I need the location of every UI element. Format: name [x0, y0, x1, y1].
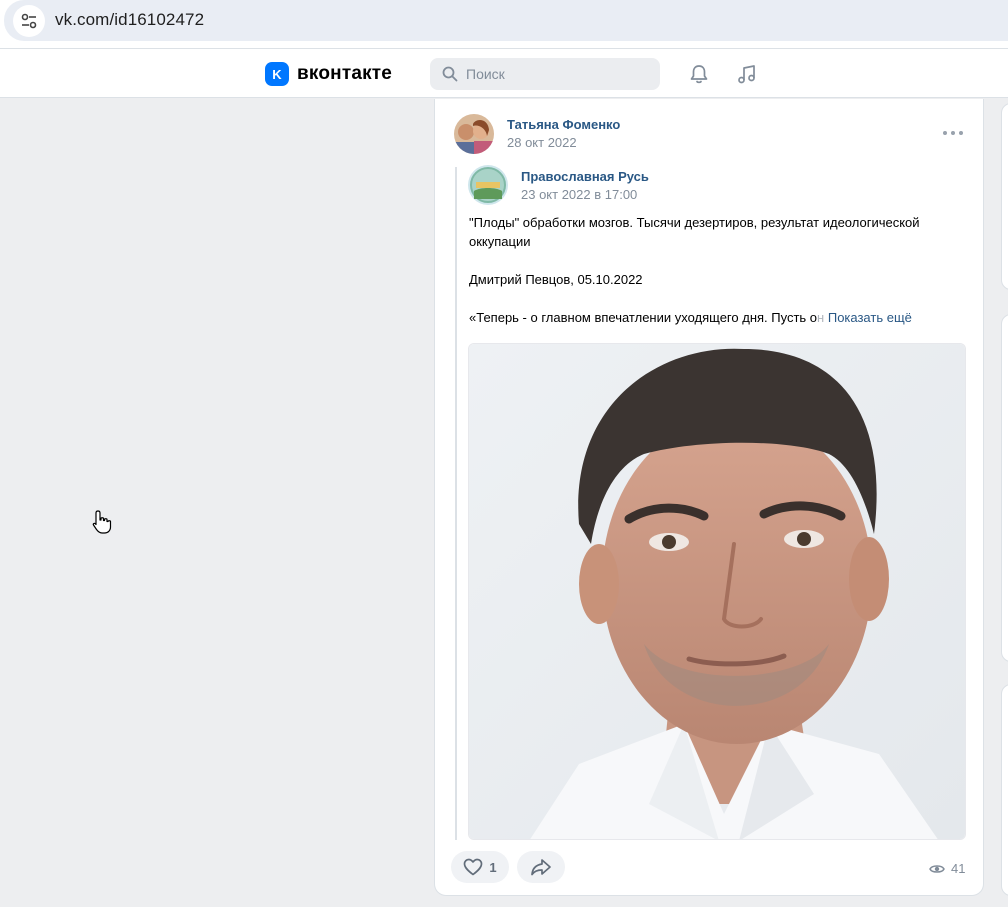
heart-icon: [464, 858, 483, 876]
address-bar[interactable]: vk.com/id16102472: [4, 0, 1008, 41]
side-card: [1001, 103, 1008, 290]
vk-logo-text: вконтакте: [297, 63, 393, 84]
site-settings-icon[interactable]: [13, 5, 45, 37]
show-more-link[interactable]: Показать ещё: [828, 310, 912, 325]
post-photo[interactable]: [468, 343, 966, 840]
post-text-fade: н: [817, 310, 825, 325]
more-icon[interactable]: [943, 125, 963, 141]
bell-icon[interactable]: [687, 62, 711, 86]
post-text-line: "Плоды" обработки мозгов. Тысячи дезерти…: [469, 215, 920, 230]
search-input[interactable]: [466, 66, 646, 82]
author-name[interactable]: Татьяна Фоменко: [507, 117, 620, 132]
search-box[interactable]: [430, 58, 660, 90]
views-count: 41: [951, 861, 966, 876]
side-card: [1001, 314, 1008, 662]
repost-date[interactable]: 23 окт 2022 в 17:00: [521, 187, 637, 202]
browser-toolbar: vk.com/id16102472: [0, 0, 1008, 48]
like-button[interactable]: 1: [451, 851, 509, 883]
hand-cursor-icon: [92, 509, 112, 540]
vk-logo-icon: K: [265, 62, 289, 86]
repost-divider: [455, 167, 457, 840]
eye-icon: [929, 864, 945, 873]
post-text-preview: «Теперь - о главном впечатлении уходящег…: [469, 308, 949, 327]
repost-author-name[interactable]: Православная Русь: [521, 169, 649, 184]
share-icon: [531, 859, 551, 876]
like-count: 1: [489, 859, 497, 875]
post-card: Татьяна Фоменко 28 окт 2022 Православная…: [434, 99, 984, 896]
post-text-line: Дмитрий Певцов, 05.10.2022: [469, 272, 643, 287]
search-icon: [442, 66, 458, 82]
side-card: [1001, 684, 1008, 896]
url-text[interactable]: vk.com/id16102472: [55, 10, 204, 30]
repost-avatar[interactable]: [468, 165, 508, 205]
post-date[interactable]: 28 окт 2022: [507, 135, 577, 150]
vk-logo[interactable]: K вконтакте: [265, 62, 392, 86]
vk-header: K вконтакте: [0, 48, 1008, 98]
views-counter: 41: [929, 861, 965, 876]
share-button[interactable]: [517, 851, 565, 883]
music-icon[interactable]: [735, 62, 759, 86]
author-avatar[interactable]: [454, 114, 494, 154]
post-text-line: «Теперь - о главном впечатлении уходящег…: [469, 310, 818, 325]
post-text-line: оккупации: [469, 234, 531, 249]
